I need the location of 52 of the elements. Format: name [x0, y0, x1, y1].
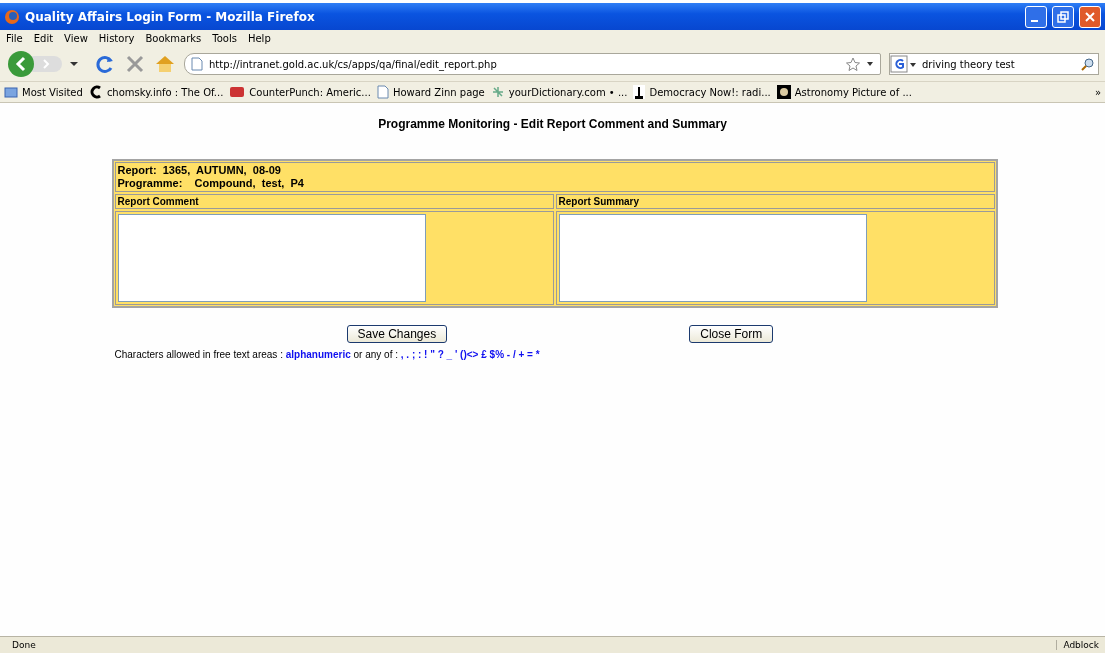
bookmark-item[interactable]: yourDictionary.com • ...: [490, 86, 628, 98]
star-icon[interactable]: [846, 57, 860, 71]
sparkle-icon: [490, 86, 505, 98]
stop-icon[interactable]: [124, 53, 146, 75]
url-text: http://intranet.gold.ac.uk/cs/apps/qa/final/edit_report.php: [209, 58, 498, 70]
more-bookmarks-button[interactable]: »: [1094, 86, 1101, 98]
search-field[interactable]: driving theory test: [889, 53, 1099, 75]
column-header: Report Comment: [117, 196, 200, 207]
c-logo-icon: [88, 85, 103, 99]
menu-item[interactable]: History: [96, 33, 144, 44]
menu-item[interactable]: File: [4, 33, 32, 44]
statue-icon: [633, 85, 646, 99]
menu-item[interactable]: Edit: [31, 33, 63, 44]
text-area[interactable]: [558, 214, 867, 302]
minimize-icon: [1031, 19, 1038, 22]
menu-item[interactable]: Help: [245, 33, 280, 44]
google-icon: [890, 55, 918, 73]
allowed-characters-note: Characters allowed in free text areas : alphanumeric or any of : , . ; : ! " ? _ ' ()<> £ $% - / + = *: [113, 349, 541, 360]
dropdown-icon[interactable]: [866, 61, 874, 67]
address-bar[interactable]: http://intranet.gold.ac.uk/cs/apps/qa/final/edit_report.php: [184, 53, 881, 75]
restore-icon: [1057, 10, 1069, 23]
folder-icon: [4, 86, 18, 98]
menu-item[interactable]: Tools: [210, 33, 246, 44]
bookmark-item[interactable]: CounterPunch: Americ...: [229, 86, 371, 98]
firefox-logo-icon: [4, 8, 20, 25]
status-text: Done: [11, 640, 37, 650]
adblock-label[interactable]: Adblock: [1056, 640, 1105, 650]
close-form-button[interactable]: Close Form: [689, 325, 774, 343]
close-icon: [1084, 10, 1096, 23]
planet-icon: [776, 85, 791, 99]
bookmark-item[interactable]: Most Visited: [4, 86, 83, 98]
search-text: driving theory test: [922, 58, 1016, 70]
menu-item[interactable]: Bookmarks: [143, 33, 211, 44]
bookmark-item[interactable]: Democracy Now!: radi...: [633, 85, 771, 99]
save-button[interactable]: Save Changes: [346, 325, 448, 343]
page-icon: [191, 57, 203, 71]
text-area[interactable]: [117, 214, 426, 302]
close-button[interactable]: [1079, 5, 1101, 28]
page-heading: Programme Monitoring - Edit Report Comment and Summary: [378, 117, 727, 131]
bookmark-item[interactable]: Astronomy Picture of ...: [776, 85, 912, 99]
page-icon: [376, 85, 389, 99]
bookmark-item[interactable]: Howard Zinn page: [376, 85, 485, 99]
search-icon[interactable]: [1081, 57, 1095, 71]
restore-button[interactable]: [1052, 5, 1074, 28]
logo-icon: [229, 86, 246, 98]
minimize-button[interactable]: [1025, 5, 1047, 28]
bookmark-item[interactable]: chomsky.info : The Of...: [88, 85, 224, 99]
report-line: Report: 1365, AUTUMN, 08-09: [117, 164, 282, 177]
menu-item[interactable]: View: [62, 33, 97, 44]
programme-line: Programme: Compound, test, P4: [117, 177, 305, 190]
window-title: Quality Affairs Login Form - Mozilla Firefox: [25, 9, 316, 24]
column-header: Report Summary: [558, 196, 641, 207]
